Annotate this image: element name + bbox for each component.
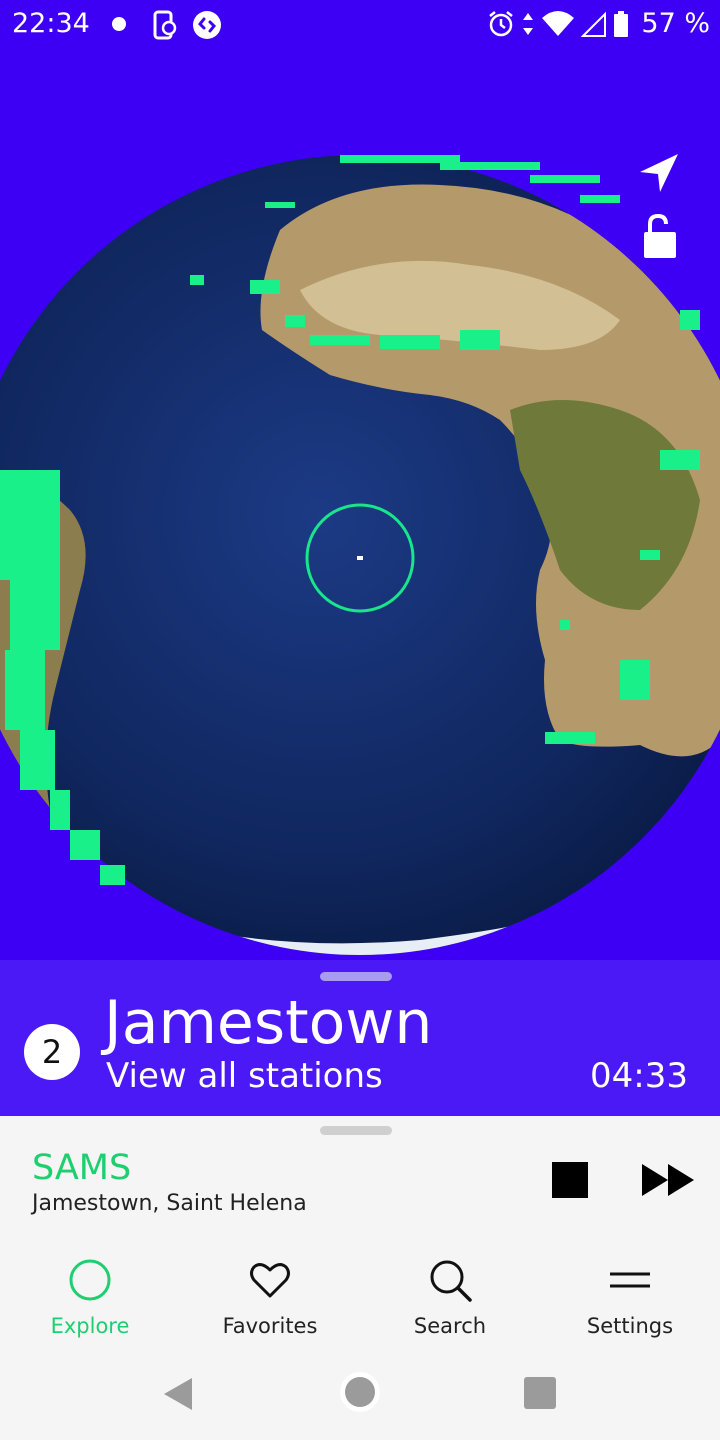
station-location: Jamestown, Saint Helena xyxy=(32,1191,307,1216)
nav-explore-label: Explore xyxy=(50,1314,130,1338)
bottom-navigation: Explore Favorites Search Settings xyxy=(0,1244,720,1350)
cell-signal-icon xyxy=(581,11,607,37)
battery-percent: 57 % xyxy=(641,8,710,39)
locate-arrow-icon[interactable] xyxy=(634,150,682,198)
nav-favorites[interactable]: Favorites xyxy=(180,1244,360,1350)
now-playing-bar[interactable]: SAMS Jamestown, Saint Helena xyxy=(0,1116,720,1244)
search-icon xyxy=(430,1260,472,1302)
view-all-stations-link[interactable]: View all stations xyxy=(106,1056,383,1096)
data-arrows-icon xyxy=(523,12,534,35)
shazam-icon xyxy=(193,11,221,39)
unlock-icon[interactable] xyxy=(640,212,680,260)
system-navigation-bar xyxy=(0,1350,720,1440)
status-bar: 22:34 57 % xyxy=(0,0,720,50)
nav-settings-label: Settings xyxy=(586,1314,674,1338)
nav-settings[interactable]: Settings xyxy=(540,1244,720,1350)
panel-drag-handle[interactable] xyxy=(320,972,392,981)
explore-circle-icon xyxy=(69,1259,111,1301)
back-icon[interactable] xyxy=(162,1376,194,1412)
globe[interactable] xyxy=(0,50,720,960)
station-count-badge: 2 xyxy=(24,1024,80,1080)
notification-dot-icon xyxy=(112,17,126,31)
alarm-icon xyxy=(489,10,514,36)
local-time: 04:33 xyxy=(590,1056,688,1096)
menu-icon xyxy=(610,1272,650,1288)
nav-explore[interactable]: Explore xyxy=(0,1244,180,1350)
now-playing-drag-handle[interactable] xyxy=(320,1126,392,1135)
station-name: SAMS xyxy=(32,1148,132,1188)
heart-icon xyxy=(250,1263,290,1298)
recent-apps-icon[interactable] xyxy=(524,1377,556,1409)
nav-search-label: Search xyxy=(413,1314,487,1338)
wifi-icon xyxy=(542,10,575,36)
home-icon[interactable] xyxy=(338,1370,382,1414)
status-time: 22:34 xyxy=(12,8,90,39)
nav-search[interactable]: Search xyxy=(360,1244,540,1350)
fast-forward-icon[interactable] xyxy=(640,1160,696,1200)
status-icons: 57 % xyxy=(487,8,710,39)
globe-map[interactable] xyxy=(0,50,720,960)
station-panel[interactable]: 2 Jamestown View all stations 04:33 xyxy=(0,960,720,1116)
phone-sync-icon xyxy=(153,10,177,40)
city-name: Jamestown xyxy=(104,988,433,1058)
stop-icon[interactable] xyxy=(552,1162,588,1198)
battery-icon xyxy=(614,10,629,37)
nav-favorites-label: Favorites xyxy=(222,1314,318,1338)
selected-station-marker xyxy=(357,556,363,560)
